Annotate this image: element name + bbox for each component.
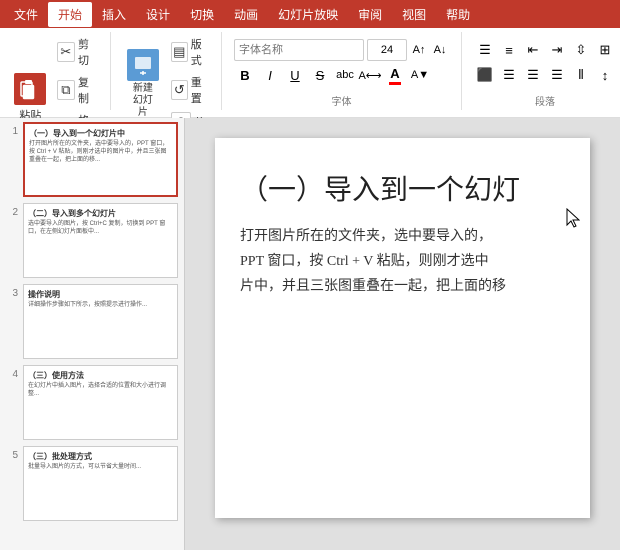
slide-thumb-title-5: （三）批处理方式 [28, 451, 173, 462]
font-name-input[interactable] [234, 39, 364, 61]
slide-preview-4: （三）使用方法在幻灯片中插入图片，选择合适的位置和大小进行调整... [23, 365, 178, 440]
slide-thumbnail-2[interactable]: 2 （二）导入到多个幻灯片选中要导入的图片，按 Ctrl+C 复制，切换到 PPT… [6, 203, 178, 278]
slides-group: 新建幻灯片 ▤ 版式 ↺ 重置 § 节 幻灯片 [119, 32, 222, 110]
slide-thumbnail-3[interactable]: 3 操作说明详细操作步骤如下所示，按照提示进行操作... [6, 284, 178, 359]
slide-main-title: （一）导入到一个幻灯 [240, 168, 565, 208]
slide-preview-5: （三）批处理方式批量导入图片的方式，可以节省大量时间... [23, 446, 178, 521]
paste-icon [14, 73, 46, 105]
slide-thumb-body-1: 打开图片所在的文件夹，选中要导入的，PPT 窗口，按 Ctrl + V 粘贴，则… [29, 141, 172, 164]
slide-thumb-title-1: （一）导入到一个幻灯片中 [29, 128, 172, 139]
para-row2: ⬛ ☰ ☰ ☰ ⫴ ↕ [474, 64, 616, 86]
layout-icon: ▤ [171, 42, 188, 62]
font-section: A↑ A↓ B I U S abc A⟷ A A▼ [234, 39, 449, 86]
increase-indent-button[interactable]: ⇥ [546, 39, 568, 61]
align-center-button[interactable]: ☰ [498, 64, 520, 86]
font-color-indicator [389, 82, 401, 85]
para-row1: ☰ ≡ ⇤ ⇥ ⇳ ⊞ [474, 39, 616, 61]
slide-thumb-body-4: 在幻灯片中插入图片，选择合适的位置和大小进行调整... [28, 383, 173, 399]
font-row1: A↑ A↓ [234, 39, 449, 61]
new-slide-icon [127, 49, 159, 81]
align-left-button[interactable]: ⬛ [474, 64, 496, 86]
slide-number-5: 5 [6, 446, 18, 461]
numbering-button[interactable]: ≡ [498, 39, 520, 61]
slide-thumb-title-2: （二）导入到多个幻灯片 [28, 208, 173, 219]
slide-preview-2: （二）导入到多个幻灯片选中要导入的图片，按 Ctrl+C 复制，切换到 PPT … [23, 203, 178, 278]
menu-item-design[interactable]: 设计 [136, 2, 180, 27]
copy-icon: ⧉ [57, 80, 75, 100]
font-label: 字体 [332, 93, 352, 108]
slide-body-line3: 片中，并且三张图重叠在一起，把上面的移 [240, 279, 506, 294]
menu-item-help[interactable]: 帮助 [436, 2, 480, 27]
font-content: A↑ A↓ B I U S abc A⟷ A A▼ [234, 34, 449, 91]
bold-button[interactable]: B [234, 64, 256, 86]
shadow-button[interactable]: abc [334, 64, 356, 86]
bullets-button[interactable]: ☰ [474, 39, 496, 61]
menu-item-slideshow[interactable]: 幻灯片放映 [268, 2, 348, 27]
slide-number-1: 1 [6, 122, 18, 137]
highlight-button[interactable]: A▼ [409, 64, 431, 86]
layout-button[interactable]: ▤ 版式 [167, 34, 213, 70]
menu-item-animation[interactable]: 动画 [224, 2, 268, 27]
columns-button[interactable]: ⫴ [570, 64, 592, 86]
slide-preview-1: （一）导入到一个幻灯片中打开图片所在的文件夹，选中要导入的，PPT 窗口，按 C… [23, 122, 178, 197]
convert-smartart-button[interactable]: ⊞ [594, 39, 616, 61]
copy-button[interactable]: ⧉ 复制 [53, 72, 102, 108]
font-shrink-button[interactable]: A↓ [431, 41, 449, 59]
menu-item-insert[interactable]: 插入 [92, 2, 136, 27]
menu-bar: 文件 开始 插入 设计 切换 动画 幻灯片放映 审阅 视图 帮助 [0, 0, 620, 28]
clipboard-group: 粘贴 ✂ 剪切 ⧉ 复制 🖌 格式刷 剪贴板 [8, 32, 111, 110]
strikethrough-button[interactable]: S [309, 64, 331, 86]
slide-thumb-title-4: （三）使用方法 [28, 370, 173, 381]
italic-button[interactable]: I [259, 64, 281, 86]
slide-thumb-body-5: 批量导入图片的方式，可以节省大量时间... [28, 464, 173, 472]
cut-icon: ✂ [57, 42, 75, 62]
content-area: （一）导入到一个幻灯 打开图片所在的文件夹，选中要导入的， PPT 窗口，按 C… [185, 118, 620, 550]
paragraph-group: ☰ ≡ ⇤ ⇥ ⇳ ⊞ ⬛ ☰ ☰ ☰ ⫴ ↕ 段落 [470, 32, 620, 110]
font-row2: B I U S abc A⟷ A A▼ [234, 64, 449, 86]
new-slide-button[interactable]: 新建幻灯片 [123, 46, 163, 122]
menu-item-view[interactable]: 视图 [392, 2, 436, 27]
reset-icon: ↺ [171, 80, 188, 100]
slide-thumb-title-3: 操作说明 [28, 289, 173, 300]
font-color-button[interactable]: A [384, 64, 406, 86]
new-slide-label: 新建幻灯片 [129, 83, 157, 119]
menu-item-review[interactable]: 审阅 [348, 2, 392, 27]
slide-number-4: 4 [6, 365, 18, 380]
slide-thumb-body-2: 选中要导入的图片，按 Ctrl+C 复制，切换到 PPT 窗口，在左侧幻灯片面板… [28, 221, 173, 237]
slide-body-line1: 打开图片所在的文件夹，选中要导入的， [240, 229, 492, 244]
menu-item-file[interactable]: 文件 [4, 2, 48, 27]
char-spacing-button[interactable]: A⟷ [359, 64, 381, 86]
slide-number-2: 2 [6, 203, 18, 218]
ribbon: 粘贴 ✂ 剪切 ⧉ 复制 🖌 格式刷 剪贴板 [0, 28, 620, 118]
slide-panel[interactable]: 1 （一）导入到一个幻灯片中打开图片所在的文件夹，选中要导入的，PPT 窗口，按 … [0, 118, 185, 550]
paragraph-content: ☰ ≡ ⇤ ⇥ ⇳ ⊞ ⬛ ☰ ☰ ☰ ⫴ ↕ [474, 34, 616, 91]
slide-number-3: 3 [6, 284, 18, 299]
slide-main-body: 打开图片所在的文件夹，选中要导入的， PPT 窗口，按 Ctrl + V 粘贴，… [240, 224, 565, 300]
align-right-button[interactable]: ☰ [522, 64, 544, 86]
text-direction-button[interactable]: ⇳ [570, 39, 592, 61]
line-spacing-button[interactable]: ↕ [594, 64, 616, 86]
font-size-input[interactable] [367, 39, 407, 61]
font-grow-button[interactable]: A↑ [410, 41, 428, 59]
decrease-indent-button[interactable]: ⇤ [522, 39, 544, 61]
menu-item-home[interactable]: 开始 [48, 2, 92, 27]
font-group: A↑ A↓ B I U S abc A⟷ A A▼ [230, 32, 462, 110]
menu-item-transition[interactable]: 切换 [180, 2, 224, 27]
slide-thumbnail-1[interactable]: 1 （一）导入到一个幻灯片中打开图片所在的文件夹，选中要导入的，PPT 窗口，按 … [6, 122, 178, 197]
slide-preview-3: 操作说明详细操作步骤如下所示，按照提示进行操作... [23, 284, 178, 359]
slide-body-line2: PPT 窗口，按 Ctrl + V 粘贴，则刚才选中 [240, 254, 489, 269]
cut-button[interactable]: ✂ 剪切 [53, 34, 102, 70]
justify-button[interactable]: ☰ [546, 64, 568, 86]
slide-thumb-body-3: 详细操作步骤如下所示，按照提示进行操作... [28, 302, 173, 310]
font-color-a: A [390, 66, 399, 81]
main-area: 1（一）导入到一个幻灯片中打开图片所在的文件夹，选中要导入的，PPT 窗口，按 … [0, 118, 620, 550]
para-section: ☰ ≡ ⇤ ⇥ ⇳ ⊞ ⬛ ☰ ☰ ☰ ⫴ ↕ [474, 39, 616, 86]
slide-thumbnail-5[interactable]: 5 （三）批处理方式批量导入图片的方式，可以节省大量时间... [6, 446, 178, 521]
slide-canvas: （一）导入到一个幻灯 打开图片所在的文件夹，选中要导入的， PPT 窗口，按 C… [215, 138, 590, 518]
slide-thumbnail-4[interactable]: 4 （三）使用方法在幻灯片中插入图片，选择合适的位置和大小进行调整... [6, 365, 178, 440]
reset-button[interactable]: ↺ 重置 [167, 72, 213, 108]
paragraph-label: 段落 [535, 93, 555, 108]
underline-button[interactable]: U [284, 64, 306, 86]
